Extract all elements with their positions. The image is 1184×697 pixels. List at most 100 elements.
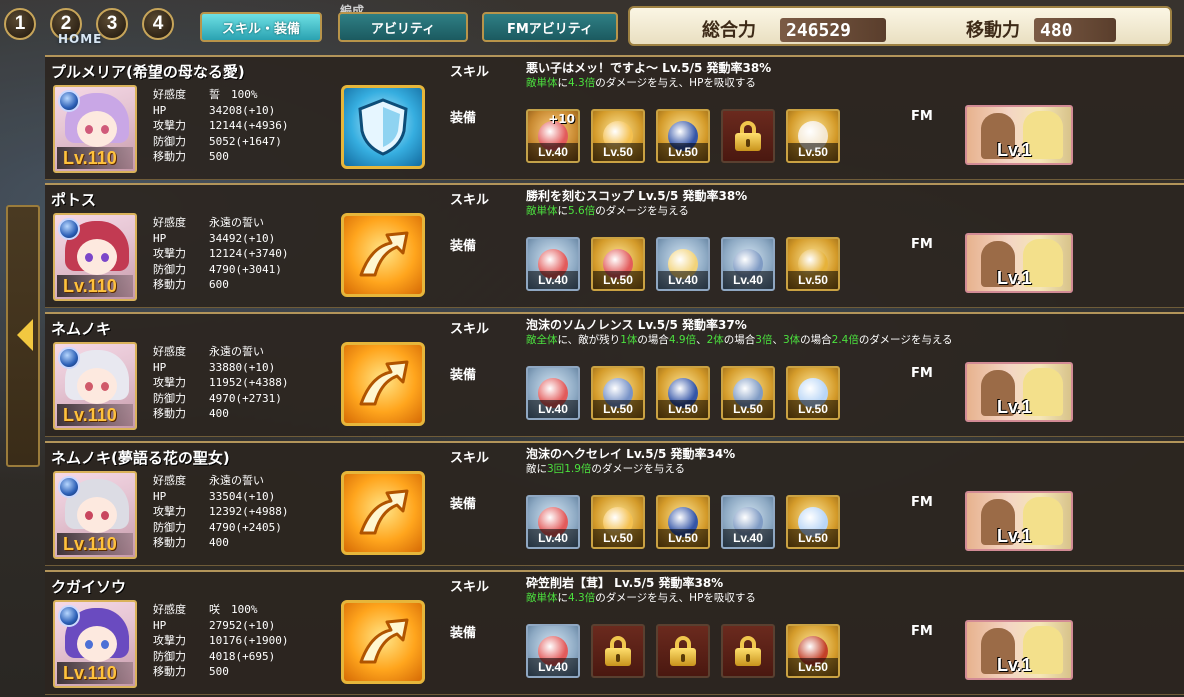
equipment-slot[interactable]: Lv.50	[786, 237, 840, 291]
character-stats: 好感度 永遠の誓い HP 34492(+10) 攻撃力 12124(+3740) 防御…	[153, 215, 288, 293]
fm-level: Lv.1	[997, 526, 1032, 546]
character-name: クガイソウ	[51, 578, 127, 596]
tab-ability[interactable]: アビリティ	[338, 12, 468, 42]
equip-level: Lv.40	[723, 271, 773, 289]
equipment-slot[interactable]	[591, 624, 645, 678]
portrait-eye	[101, 640, 109, 649]
equipment-slot[interactable]: Lv.40	[526, 366, 580, 420]
character-portrait[interactable]: Lv.110	[53, 471, 137, 559]
equipment-slot[interactable]: Lv.50	[591, 237, 645, 291]
skill-desc-part: に、敵が残り	[557, 334, 621, 346]
character-portrait[interactable]: Lv.110	[53, 600, 137, 688]
character-card[interactable]: クガイソウ Lv.110 好感度 咲 100% HP 27952(+10) 攻撃力 1…	[45, 570, 1184, 695]
skill-description: 敵単体に4.3倍のダメージを与え、HPを吸収する	[526, 75, 756, 90]
equip-level: Lv.50	[593, 400, 643, 418]
portrait-face	[77, 497, 117, 533]
skill-name: 勝利を刻むスコップ Lv.5/5 発動率38%	[526, 189, 748, 203]
skill-desc-part: 2.4倍	[831, 334, 859, 346]
equipment-slot[interactable]: Lv.40	[656, 237, 710, 291]
equipment-slot[interactable]: Lv.50	[656, 495, 710, 549]
portrait-face	[77, 626, 117, 662]
equip-level: Lv.50	[593, 271, 643, 289]
flower-memory-card[interactable]: Lv.1	[965, 362, 1073, 422]
character-level: Lv.110	[57, 662, 133, 684]
character-card[interactable]: プルメリア(希望の母なる愛) Lv.110 好感度 誓 100% HP 34208(…	[45, 55, 1184, 180]
arrow-up-icon[interactable]	[341, 471, 425, 555]
equipment-slot[interactable]: Lv.50	[656, 109, 710, 163]
skill-desc-part: 敵単体	[526, 592, 558, 604]
equipment-slot[interactable]: Lv.50	[786, 495, 840, 549]
skill-desc-part: に	[557, 205, 569, 217]
character-card[interactable]: ネムノキ(夢語る花の聖女) Lv.110 好感度 永遠の誓い HP 33504(+1…	[45, 441, 1184, 566]
equip-level: Lv.40	[528, 658, 578, 676]
equip-label: 装備	[450, 368, 477, 383]
lock-icon	[735, 121, 761, 151]
defense-value: 5052(+1647)	[209, 134, 282, 148]
flower-memory-card[interactable]: Lv.1	[965, 491, 1073, 551]
equipment-slot[interactable]: Lv.50	[656, 366, 710, 420]
portrait-eye	[101, 125, 109, 134]
equipment-slot[interactable]: +10 Lv.40	[526, 109, 580, 163]
equipment-slot[interactable]	[656, 624, 710, 678]
skill-label: スキル	[450, 193, 490, 208]
skill-desc-part: の場合	[637, 334, 669, 346]
attack-value: 11952(+4388)	[209, 376, 289, 390]
skill-desc-part: の場合	[800, 334, 832, 346]
lock-icon	[735, 636, 761, 666]
total-power-label: 総合力	[702, 20, 756, 41]
equipment-slot[interactable]: Lv.40	[526, 237, 580, 291]
character-card[interactable]: ネムノキ Lv.110 好感度 永遠の誓い HP 33880(+10) 攻撃力 119…	[45, 312, 1184, 437]
equipment-slot[interactable]: Lv.50	[591, 495, 645, 549]
tab-skill-equip[interactable]: スキル・装備	[200, 12, 322, 42]
equipment-slot[interactable]: Lv.50	[721, 366, 775, 420]
character-card[interactable]: ポトス Lv.110 好感度 永遠の誓い HP 34492(+10) 攻撃力 1212…	[45, 183, 1184, 308]
move-stat-label: 移動力	[153, 150, 186, 164]
prev-page-panel[interactable]	[6, 205, 40, 467]
portrait-eye	[101, 382, 109, 391]
fm-label: FM	[911, 237, 933, 252]
arrow-up-icon[interactable]	[341, 342, 425, 426]
character-portrait[interactable]: Lv.110	[53, 213, 137, 301]
equipment-slot[interactable]: Lv.40	[721, 237, 775, 291]
character-portrait[interactable]: Lv.110	[53, 85, 137, 173]
party-4-button[interactable]: 4	[142, 8, 174, 40]
equipment-slot[interactable]: Lv.50	[591, 109, 645, 163]
skill-desc-part: のダメージを与える	[858, 334, 953, 346]
portrait-face	[77, 239, 117, 275]
skill-label: スキル	[450, 65, 490, 80]
equipment-slot[interactable]: Lv.40	[721, 495, 775, 549]
equipment-slot[interactable]: Lv.50	[786, 624, 840, 678]
equipment-slot[interactable]	[721, 109, 775, 163]
skill-description: 敵に3回1.9倍のダメージを与える	[526, 461, 685, 476]
equipment-slot[interactable]: Lv.50	[591, 366, 645, 420]
flower-memory-card[interactable]: Lv.1	[965, 105, 1073, 165]
chevron-left-icon[interactable]	[17, 319, 33, 351]
move-stat-value: 400	[209, 536, 229, 550]
equipment-slot[interactable]: Lv.40	[526, 495, 580, 549]
equipment-slot[interactable]	[721, 624, 775, 678]
portrait-face	[77, 111, 117, 147]
party-1-button[interactable]: 1	[4, 8, 36, 40]
arrow-up-icon[interactable]	[341, 213, 425, 297]
equipment-slot[interactable]: Lv.40	[526, 624, 580, 678]
move-stat-label: 移動力	[153, 665, 186, 679]
skill-label: スキル	[450, 451, 490, 466]
hp-label: HP	[153, 618, 167, 632]
skill-description: 敵全体に、敵が残り1体の場合4.9倍、2体の場合3倍、3体の場合2.4倍のダメー…	[526, 332, 953, 347]
fm-label: FM	[911, 109, 933, 124]
equip-level: Lv.50	[593, 529, 643, 547]
home-label[interactable]: HOME	[58, 32, 118, 46]
hp-value: 27952(+10)	[209, 618, 276, 632]
character-stats: 好感度 永遠の誓い HP 33504(+10) 攻撃力 12392(+4988) 防御…	[153, 473, 288, 551]
tab-fm-ability[interactable]: FMアビリティ	[482, 12, 618, 42]
arrow-up-icon[interactable]	[341, 600, 425, 684]
equipment-slot[interactable]: Lv.50	[786, 109, 840, 163]
skill-name: 砕笠削岩【茸】 Lv.5/5 発動率38%	[526, 576, 724, 590]
skill-desc-part: のダメージを与え、HPを吸収する	[595, 592, 756, 604]
character-portrait[interactable]: Lv.110	[53, 342, 137, 430]
flower-memory-card[interactable]: Lv.1	[965, 620, 1073, 680]
hp-value: 34492(+10)	[209, 231, 276, 245]
flower-memory-card[interactable]: Lv.1	[965, 233, 1073, 293]
shield-icon[interactable]	[341, 85, 425, 169]
equipment-slot[interactable]: Lv.50	[786, 366, 840, 420]
